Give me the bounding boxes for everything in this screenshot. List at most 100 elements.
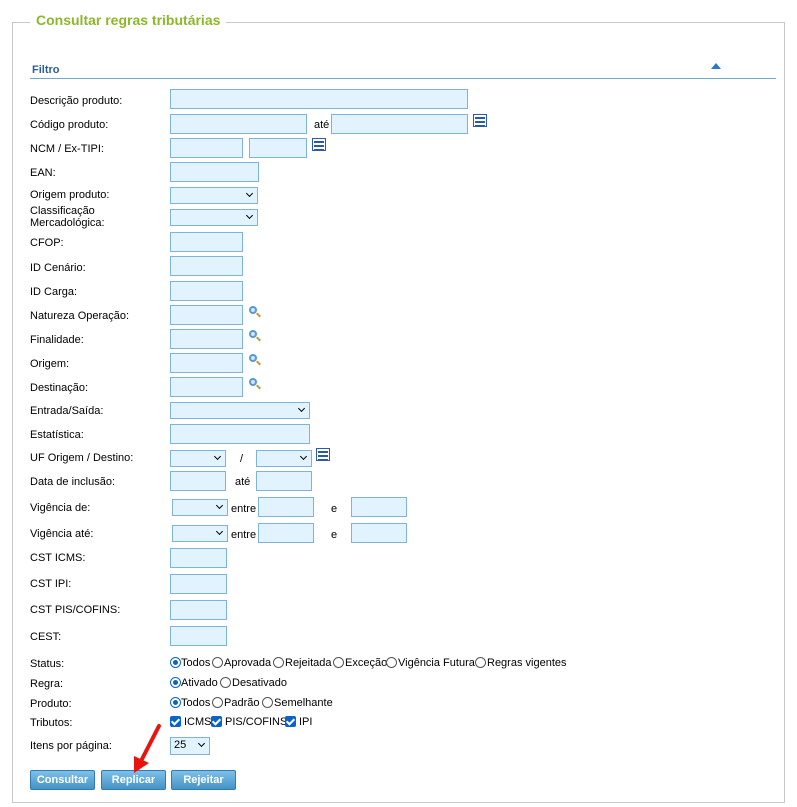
magnifier-icon[interactable]: [247, 329, 261, 343]
label-e: e: [331, 529, 338, 541]
label-vigencia-de: Vigência de:: [30, 502, 91, 514]
label-regra: Regra:: [30, 678, 64, 690]
rejeitar-button[interactable]: Rejeitar: [171, 770, 236, 790]
label-tributos: Tributos:: [30, 717, 73, 729]
magnifier-icon[interactable]: [247, 353, 261, 367]
produto-radio-todos[interactable]: [170, 697, 181, 708]
chevron-down-icon: [297, 404, 306, 413]
label-e: e: [331, 503, 338, 515]
cst-ipi-input[interactable]: [170, 574, 227, 594]
label-status: Status:: [30, 658, 65, 670]
red-arrow-annotation: [134, 724, 161, 773]
codigo-produto-ate-input[interactable]: [331, 114, 468, 134]
label-classificacao: Classificação Mercadológica:: [30, 205, 105, 229]
cst-icms-input[interactable]: [170, 548, 227, 568]
cst-pis-cofins-input[interactable]: [170, 600, 227, 620]
status-option-label: Aprovada: [224, 657, 272, 669]
status-radio-regras-vigentes[interactable]: [475, 657, 486, 668]
classificacao-select[interactable]: [170, 209, 258, 226]
label-entre: entre: [231, 503, 257, 515]
origem-input[interactable]: [170, 353, 243, 373]
label-entre: entre: [231, 529, 257, 541]
consultar-button[interactable]: Consultar: [30, 770, 95, 790]
label-ate: até: [314, 119, 330, 131]
tributo-checkbox-icms[interactable]: [170, 716, 181, 727]
status-radio-excecao[interactable]: [333, 657, 344, 668]
produto-radio-semelhante[interactable]: [262, 697, 273, 708]
status-radio-aprovada[interactable]: [212, 657, 223, 668]
filter-header: Filtro: [30, 62, 776, 79]
status-option-label: Regras vigentes: [487, 657, 567, 669]
label-ean: EAN:: [30, 167, 56, 179]
natureza-operacao-input[interactable]: [170, 305, 243, 325]
label-data-inclusao: Data de inclusão:: [30, 476, 115, 488]
cfop-input[interactable]: [170, 232, 243, 252]
list-icon[interactable]: [473, 114, 487, 127]
cest-input[interactable]: [170, 626, 227, 646]
collapse-up-icon[interactable]: [711, 63, 721, 69]
status-option-label: Todos: [181, 657, 211, 669]
list-icon[interactable]: [312, 138, 326, 151]
data-inclusao-ate-input[interactable]: [256, 471, 312, 491]
status-option-label: Vigência Futura: [398, 657, 475, 669]
label-itens-por-pagina: Itens por página:: [30, 740, 112, 752]
tributo-checkbox-ipi[interactable]: [285, 716, 296, 727]
tributo-option-label: PIS/COFINS: [225, 716, 288, 728]
chevron-down-icon: [215, 501, 224, 510]
label-vigencia-ate: Vigência até:: [30, 528, 94, 540]
produto-radio-padrao[interactable]: [212, 697, 223, 708]
produto-option-label: Semelhante: [274, 697, 333, 709]
ean-input[interactable]: [170, 162, 259, 182]
vigencia-ate-e-input[interactable]: [351, 523, 407, 543]
origem-produto-select[interactable]: [170, 187, 258, 204]
status-radio-todos[interactable]: [170, 657, 181, 668]
status-option-label: Rejeitada: [285, 657, 332, 669]
vigencia-de-e-input[interactable]: [351, 497, 407, 517]
itens-por-pagina-select[interactable]: 25: [170, 737, 210, 755]
entrada-saida-select[interactable]: [170, 402, 310, 419]
produto-option-label: Todos: [181, 697, 211, 709]
finalidade-input[interactable]: [170, 329, 243, 349]
status-radio-rejeitada[interactable]: [273, 657, 284, 668]
label-natureza-operacao: Natureza Operação:: [30, 310, 130, 322]
uf-destino-select[interactable]: [256, 450, 312, 467]
produto-option-label: Padrão: [224, 697, 260, 709]
label-ncm: NCM / Ex-TIPI:: [30, 143, 104, 155]
descricao-produto-input[interactable]: [170, 89, 468, 109]
itens-por-pagina-value: 25: [174, 739, 187, 751]
ex-tipi-input[interactable]: [249, 138, 307, 158]
list-icon[interactable]: [316, 448, 330, 461]
regra-radio-desativado[interactable]: [220, 677, 231, 688]
regra-option-label: Desativado: [232, 677, 288, 689]
regra-option-label: Ativado: [181, 677, 218, 689]
label-cst-pis-cofins: CST PIS/COFINS:: [30, 604, 121, 616]
id-carga-input[interactable]: [170, 281, 243, 301]
tributo-checkbox-pis-cofins[interactable]: [211, 716, 222, 727]
estatistica-input[interactable]: [170, 424, 310, 444]
id-cenario-input[interactable]: [170, 256, 243, 276]
chevron-down-icon: [299, 452, 308, 461]
label-estatistica: Estatística:: [30, 429, 84, 441]
magnifier-icon[interactable]: [247, 305, 261, 319]
uf-origem-select[interactable]: [170, 450, 226, 467]
status-radio-vigencia-futura[interactable]: [386, 657, 397, 668]
vigencia-de-entre-input[interactable]: [258, 497, 314, 517]
ncm-input[interactable]: [170, 138, 243, 158]
magnifier-icon[interactable]: [247, 377, 261, 391]
regra-radio-ativado[interactable]: [170, 677, 181, 688]
label-codigo-produto: Código produto:: [30, 119, 109, 131]
label-descricao-produto: Descrição produto:: [30, 95, 123, 107]
data-inclusao-de-input[interactable]: [170, 471, 226, 491]
codigo-produto-de-input[interactable]: [170, 114, 307, 134]
label-origem: Origem:: [30, 358, 70, 370]
chevron-down-icon: [215, 527, 224, 536]
filter-title: Filtro: [32, 64, 60, 76]
label-entrada-saida: Entrada/Saída:: [30, 405, 104, 417]
vigencia-ate-select[interactable]: [172, 525, 228, 542]
destinacao-input[interactable]: [170, 377, 243, 397]
vigencia-de-select[interactable]: [172, 499, 228, 516]
filter-fieldset: [12, 22, 785, 803]
vigencia-ate-entre-input[interactable]: [258, 523, 314, 543]
label-origem-produto: Origem produto:: [30, 189, 110, 201]
tributo-option-label: IPI: [299, 716, 313, 728]
